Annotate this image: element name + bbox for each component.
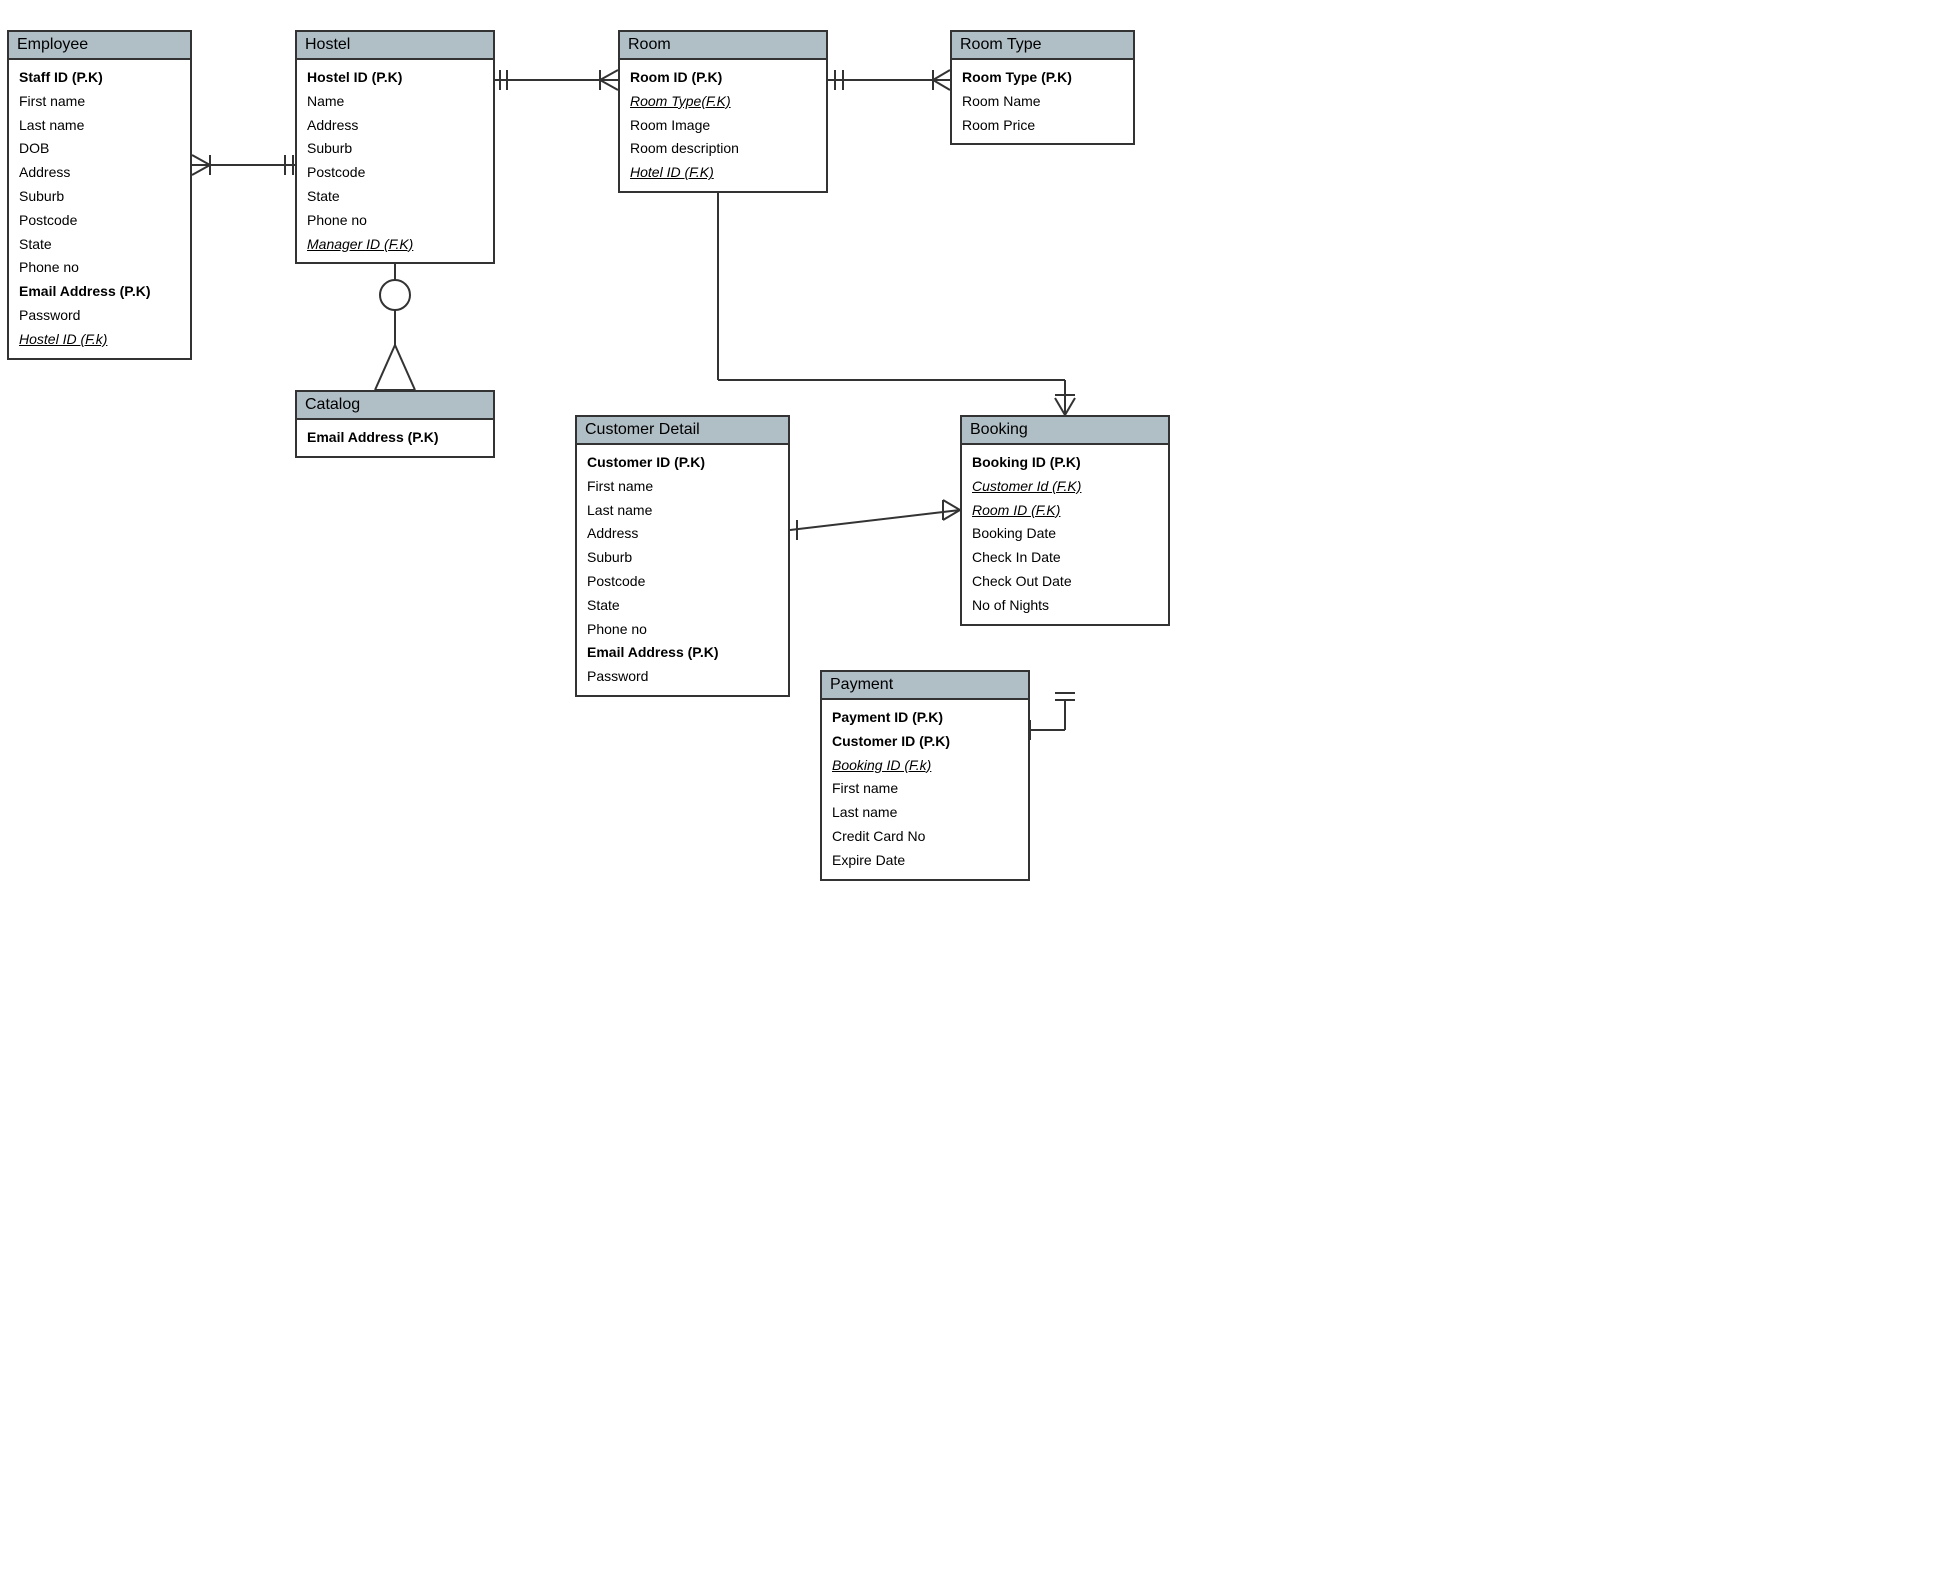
field-phone-no: Phone no bbox=[587, 618, 778, 642]
field-state: State bbox=[19, 233, 180, 257]
field-phone-no: Phone no bbox=[19, 256, 180, 280]
field-booking-id-fk: Booking ID (F.k) bbox=[832, 754, 1018, 778]
field-booking-date: Booking Date bbox=[972, 522, 1158, 546]
field-first-name: First name bbox=[587, 475, 778, 499]
field-expire-date: Expire Date bbox=[832, 849, 1018, 873]
field-postcode: Postcode bbox=[587, 570, 778, 594]
field-hostel-id-fk: Hostel ID (F.k) bbox=[19, 328, 180, 352]
field-customer-id-pk2: Customer ID (P.K) bbox=[832, 730, 1018, 754]
field-postcode: Postcode bbox=[307, 161, 483, 185]
field-last-name: Last name bbox=[832, 801, 1018, 825]
entity-payment-header: Payment bbox=[822, 672, 1028, 700]
entity-roomtype-header: Room Type bbox=[952, 32, 1133, 60]
field-password: Password bbox=[19, 304, 180, 328]
field-postcode: Postcode bbox=[19, 209, 180, 233]
field-room-id: Room ID (P.K) bbox=[630, 66, 816, 90]
entity-payment-body: Payment ID (P.K) Customer ID (P.K) Booki… bbox=[822, 700, 1028, 879]
entity-roomtype-body: Room Type (P.K) Room Name Room Price bbox=[952, 60, 1133, 143]
field-room-type-pk: Room Type (P.K) bbox=[962, 66, 1123, 90]
entity-employee: Employee Staff ID (P.K) First name Last … bbox=[7, 30, 192, 360]
field-hostel-id: Hostel ID (P.K) bbox=[307, 66, 483, 90]
entity-customerdetail-body: Customer ID (P.K) First name Last name A… bbox=[577, 445, 788, 695]
field-state: State bbox=[587, 594, 778, 618]
entity-customerdetail-header: Customer Detail bbox=[577, 417, 788, 445]
field-customer-id-pk: Customer ID (P.K) bbox=[587, 451, 778, 475]
field-hotel-id-fk: Hotel ID (F.K) bbox=[630, 161, 816, 185]
entity-payment: Payment Payment ID (P.K) Customer ID (P.… bbox=[820, 670, 1030, 881]
entity-employee-header: Employee bbox=[9, 32, 190, 60]
field-dob: DOB bbox=[19, 137, 180, 161]
field-customer-id-fk: Customer Id (F.K) bbox=[972, 475, 1158, 499]
entity-catalog: Catalog Email Address (P.K) bbox=[295, 390, 495, 458]
entity-room-header: Room bbox=[620, 32, 826, 60]
field-room-name: Room Name bbox=[962, 90, 1123, 114]
field-room-image: Room Image bbox=[630, 114, 816, 138]
field-suburb: Suburb bbox=[307, 137, 483, 161]
field-room-price: Room Price bbox=[962, 114, 1123, 138]
field-credit-card-no: Credit Card No bbox=[832, 825, 1018, 849]
entity-roomtype: Room Type Room Type (P.K) Room Name Room… bbox=[950, 30, 1135, 145]
field-phone-no: Phone no bbox=[307, 209, 483, 233]
field-password: Password bbox=[587, 665, 778, 689]
field-email-address-pk: Email Address (P.K) bbox=[307, 426, 483, 450]
field-first-name: First name bbox=[832, 777, 1018, 801]
field-last-name: Last name bbox=[587, 499, 778, 523]
entity-booking-body: Booking ID (P.K) Customer Id (F.K) Room … bbox=[962, 445, 1168, 624]
entity-catalog-header: Catalog bbox=[297, 392, 493, 420]
entity-hostel: Hostel Hostel ID (P.K) Name Address Subu… bbox=[295, 30, 495, 264]
field-suburb: Suburb bbox=[587, 546, 778, 570]
field-first-name: First name bbox=[19, 90, 180, 114]
field-email-address: Email Address (P.K) bbox=[19, 280, 180, 304]
entity-room-body: Room ID (P.K) Room Type(F.K) Room Image … bbox=[620, 60, 826, 191]
entity-hostel-body: Hostel ID (P.K) Name Address Suburb Post… bbox=[297, 60, 493, 262]
field-payment-id-pk: Payment ID (P.K) bbox=[832, 706, 1018, 730]
field-address: Address bbox=[307, 114, 483, 138]
field-checkout-date: Check Out Date bbox=[972, 570, 1158, 594]
field-manager-id-fk: Manager ID (F.K) bbox=[307, 233, 483, 257]
entity-hostel-header: Hostel bbox=[297, 32, 493, 60]
field-suburb: Suburb bbox=[19, 185, 180, 209]
field-booking-id-pk: Booking ID (P.K) bbox=[972, 451, 1158, 475]
field-state: State bbox=[307, 185, 483, 209]
field-last-name: Last name bbox=[19, 114, 180, 138]
field-address: Address bbox=[587, 522, 778, 546]
entity-booking-header: Booking bbox=[962, 417, 1168, 445]
field-checkin-date: Check In Date bbox=[972, 546, 1158, 570]
field-name: Name bbox=[307, 90, 483, 114]
field-no-of-nights: No of Nights bbox=[972, 594, 1158, 618]
entity-booking: Booking Booking ID (P.K) Customer Id (F.… bbox=[960, 415, 1170, 626]
field-room-id-fk: Room ID (F.K) bbox=[972, 499, 1158, 523]
field-address: Address bbox=[19, 161, 180, 185]
entity-employee-body: Staff ID (P.K) First name Last name DOB … bbox=[9, 60, 190, 358]
field-room-type-fk: Room Type(F.K) bbox=[630, 90, 816, 114]
field-staff-id: Staff ID (P.K) bbox=[19, 66, 180, 90]
entity-room: Room Room ID (P.K) Room Type(F.K) Room I… bbox=[618, 30, 828, 193]
entity-customerdetail: Customer Detail Customer ID (P.K) First … bbox=[575, 415, 790, 697]
field-email-address-pk2: Email Address (P.K) bbox=[587, 641, 778, 665]
field-room-description: Room description bbox=[630, 137, 816, 161]
entity-catalog-body: Email Address (P.K) bbox=[297, 420, 493, 456]
